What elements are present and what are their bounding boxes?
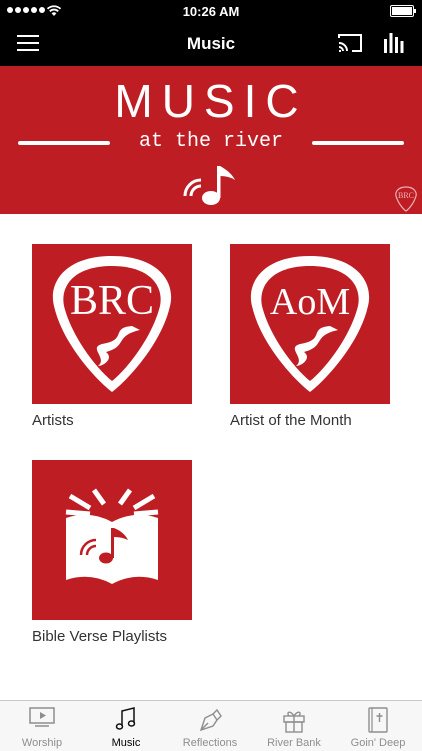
tab-goin-deep[interactable]: Goin' Deep: [336, 701, 420, 751]
bible-playlists-thumbnail: [32, 460, 192, 620]
tile-artist-of-the-month[interactable]: AoM Artist of the Month: [230, 244, 390, 429]
svg-text:BRC: BRC: [398, 191, 414, 200]
guitar-pick-brc-icon: BRC: [52, 256, 172, 392]
music-banner: MUSIC at the river BRC: [0, 66, 422, 214]
artists-thumbnail: BRC: [32, 244, 192, 404]
tile-caption: Artist of the Month: [230, 412, 352, 429]
tile-caption: Bible Verse Playlists: [32, 628, 168, 645]
pen-nib-icon: [199, 708, 222, 732]
tab-worship[interactable]: Worship: [0, 701, 84, 751]
battery-icon: [390, 5, 416, 17]
tab-reflections[interactable]: Reflections: [168, 701, 252, 751]
tv-play-icon: [29, 707, 55, 727]
tab-river-bank[interactable]: River Bank: [252, 701, 336, 751]
status-bar: 10:26 AM: [0, 0, 422, 22]
gift-icon: [283, 711, 305, 733]
svg-text:AoM: AoM: [270, 281, 350, 323]
guitar-pick-aom-icon: AoM: [250, 256, 370, 392]
tab-label: Goin' Deep: [350, 737, 406, 749]
music-note-icon: [115, 707, 136, 730]
aom-thumbnail: AoM: [230, 244, 390, 404]
tab-label: River Bank: [267, 737, 321, 749]
tile-artists[interactable]: BRC Artists: [32, 244, 192, 429]
tab-music[interactable]: Music: [84, 701, 168, 751]
tile-caption: Artists: [32, 412, 74, 429]
tile-bible-verse-playlists[interactable]: Bible Verse Playlists: [32, 460, 192, 645]
book-music-note-icon: [65, 488, 159, 584]
tab-bar: Worship Music Reflections River Bank Goi…: [0, 700, 422, 751]
svg-text:BRC: BRC: [70, 278, 154, 324]
tab-label: Worship: [21, 737, 63, 749]
cast-icon[interactable]: [337, 32, 363, 54]
banner-title: MUSIC: [114, 75, 308, 127]
brush-stroke-right: [312, 141, 404, 145]
tab-label: Reflections: [182, 737, 238, 749]
tab-label: Music: [111, 737, 141, 749]
brc-corner-logo: BRC: [395, 186, 417, 212]
nav-bar: Music: [0, 22, 422, 66]
equalizer-icon[interactable]: [383, 31, 405, 55]
status-time: 10:26 AM: [182, 4, 240, 19]
bible-icon: [368, 707, 388, 733]
music-note-logo-icon: [183, 166, 235, 205]
